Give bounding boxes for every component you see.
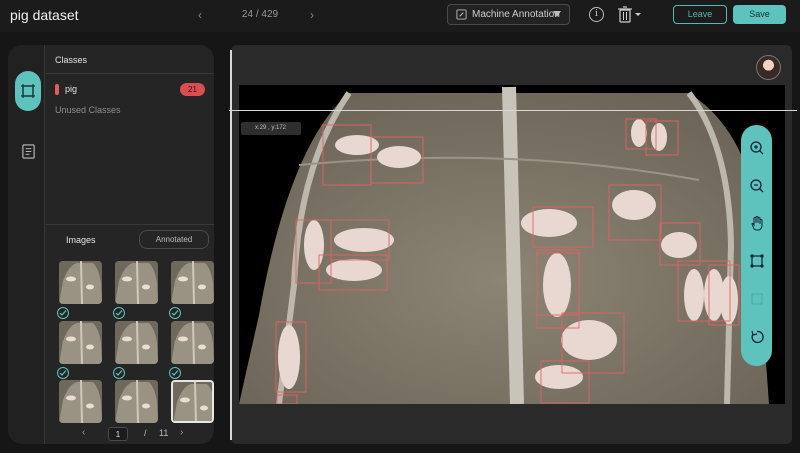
thumbnail-image — [173, 382, 212, 421]
thumbnail-image — [115, 380, 158, 423]
classes-title: Classes — [55, 55, 88, 65]
leave-button[interactable]: Leave — [673, 5, 727, 24]
bounding-box-tool-icon[interactable] — [747, 251, 767, 271]
annotation-mode-select[interactable]: Machine Annotation — [447, 4, 570, 25]
divider — [46, 73, 214, 74]
annotated-check-icon — [113, 367, 125, 379]
annotated-check-icon — [113, 307, 125, 319]
thumbnail-image — [171, 261, 214, 304]
thumbnail-image — [115, 321, 158, 364]
rail-notes-button[interactable] — [15, 131, 41, 171]
thumbnail-image — [59, 380, 102, 423]
class-count-badge: 21 — [180, 83, 205, 96]
class-name: pig — [65, 84, 78, 94]
canvas-edge-guide — [230, 50, 232, 440]
image-thumbnail[interactable] — [115, 321, 158, 364]
image-thumbnail[interactable] — [171, 321, 214, 364]
rail-annotation-button[interactable] — [15, 71, 41, 111]
thumbnail-image — [115, 261, 158, 304]
chevron-right-icon[interactable]: › — [306, 8, 318, 22]
page-total: 11 — [159, 428, 169, 438]
divider — [46, 224, 214, 225]
image-thumbnail[interactable] — [171, 380, 214, 423]
image-thumbnail[interactable] — [59, 380, 102, 423]
trash-icon — [618, 6, 641, 23]
app-title: pig dataset — [10, 7, 79, 23]
image-counter: 24 / 429 — [241, 9, 279, 20]
annotated-check-icon — [169, 367, 181, 379]
prev-page-icon[interactable]: ‹ — [82, 427, 85, 438]
next-page-icon[interactable]: › — [180, 427, 183, 438]
thumbnail-image — [59, 261, 102, 304]
page-separator: / — [144, 428, 147, 438]
reset-icon[interactable] — [747, 327, 767, 347]
chevron-left-icon[interactable]: ‹ — [194, 8, 206, 22]
caret-down-icon — [553, 11, 561, 17]
document-icon — [21, 143, 35, 159]
image-thumbnail[interactable] — [115, 261, 158, 304]
blank-tool-icon[interactable] — [747, 289, 767, 309]
thumbnail-image — [171, 321, 214, 364]
thumbnail-image — [59, 321, 102, 364]
annotated-check-icon — [57, 367, 69, 379]
zoom-out-icon[interactable] — [747, 176, 767, 196]
annotated-filter-button[interactable]: Annotated — [139, 230, 209, 249]
trash-button[interactable] — [617, 5, 643, 23]
tool-rail — [8, 45, 45, 444]
image-thumbnail[interactable] — [59, 261, 102, 304]
coordinate-readout: x:29 , y:172 — [241, 122, 301, 135]
image-thumbnail[interactable] — [59, 321, 102, 364]
bounding-box-icon — [21, 84, 35, 98]
top-bar: pig dataset ‹ 24 / 429 › Machine Annotat… — [0, 0, 800, 32]
annotation-image[interactable] — [239, 85, 785, 404]
hand-icon[interactable] — [747, 213, 767, 233]
image-thumbnail[interactable] — [171, 261, 214, 304]
images-title: Images — [66, 235, 96, 245]
pig-pen-image — [239, 86, 769, 404]
annotated-check-icon — [169, 307, 181, 319]
crosshair-horizontal — [229, 110, 797, 111]
annotation-mode-label: Machine Annotation — [472, 9, 560, 20]
image-thumbnail[interactable] — [115, 380, 158, 423]
save-button[interactable]: Save — [733, 5, 786, 24]
edit-icon — [456, 9, 467, 20]
info-icon[interactable]: i — [589, 7, 604, 22]
annotated-check-icon — [57, 307, 69, 319]
canvas-toolbar — [741, 125, 772, 366]
unused-classes-label: Unused Classes — [55, 105, 121, 115]
class-item-pig[interactable]: pig 21 — [55, 83, 205, 97]
pagination: ‹ / 11 › — [82, 427, 192, 441]
class-color-swatch — [55, 84, 59, 95]
page-number-input[interactable] — [108, 427, 128, 441]
zoom-in-icon[interactable] — [747, 138, 767, 158]
left-panel: Classes pig 21 Unused Classes Images Ann… — [8, 45, 214, 444]
avatar[interactable] — [756, 55, 781, 80]
